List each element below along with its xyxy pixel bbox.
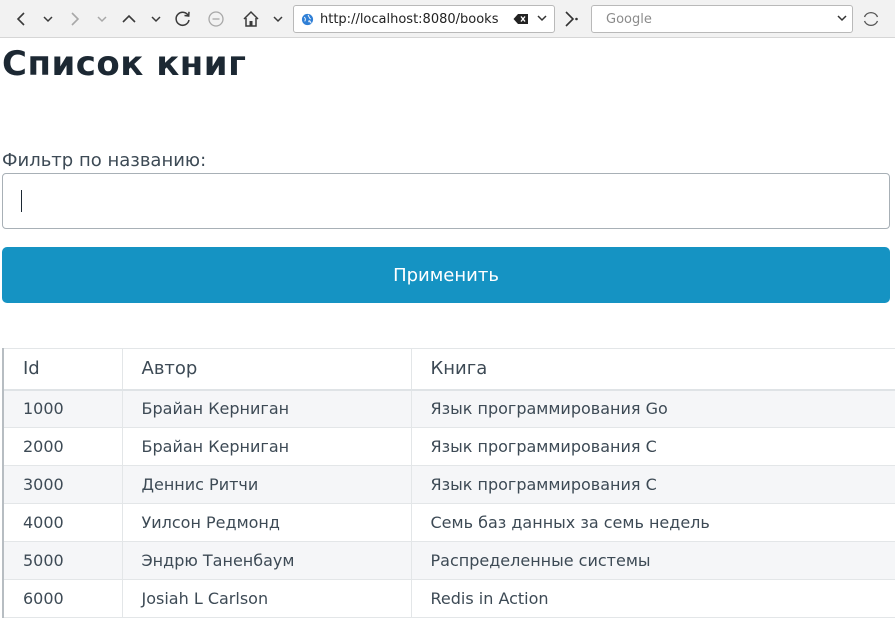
cell-book: Язык программирования C	[410, 427, 895, 466]
forward-history-dropdown[interactable]	[91, 7, 113, 31]
cell-id: 4000	[2, 503, 122, 542]
reload-button[interactable]	[172, 7, 194, 31]
cell-author: Josiah L Carlson	[121, 579, 411, 618]
table-row: 3000 Деннис Ритчи Язык программирования …	[2, 465, 895, 504]
page-title: Список книг	[2, 44, 247, 84]
table-row: 6000 Josiah L Carlson Redis in Action	[2, 579, 895, 618]
globe-icon	[301, 13, 314, 26]
chevron-down-icon[interactable]	[536, 14, 548, 22]
chevron-down-icon	[97, 16, 107, 23]
home-icon	[243, 10, 259, 27]
table-row: 5000 Эндрю Таненбаум Распределенные сист…	[2, 541, 895, 580]
chevron-right-icon	[71, 12, 80, 26]
chevron-down-icon	[273, 16, 283, 23]
up-history-dropdown[interactable]	[145, 7, 167, 31]
address-bar[interactable]: http://localhost:8080/books	[293, 5, 555, 33]
stop-button[interactable]	[205, 7, 227, 31]
url-text: http://localhost:8080/books	[320, 12, 499, 27]
home-dropdown[interactable]	[267, 7, 289, 31]
cell-id: 1000	[2, 389, 122, 428]
cell-id: 6000	[2, 579, 122, 618]
back-button[interactable]	[10, 7, 32, 31]
text-cursor	[21, 190, 22, 212]
cell-book: Язык программирования Go	[410, 389, 895, 428]
cell-id: 2000	[2, 427, 122, 466]
column-header-id: Id	[2, 348, 122, 390]
cell-id: 3000	[2, 465, 122, 504]
web-search-bar[interactable]: Google	[591, 5, 853, 33]
filter-label: Фильтр по названию:	[2, 150, 207, 171]
table-row: 1000 Брайан Керниган Язык программирован…	[2, 389, 895, 428]
clear-url-icon[interactable]	[513, 13, 529, 25]
table-header-row: Id Автор Книга	[2, 348, 895, 390]
column-header-author: Автор	[121, 348, 411, 390]
column-header-book: Книга	[410, 348, 895, 390]
cell-author: Уилсон Редмонд	[121, 503, 411, 542]
browser-toolbar: http://localhost:8080/books Google	[0, 0, 895, 38]
forward-button[interactable]	[64, 7, 86, 31]
chevron-down-icon	[151, 16, 161, 23]
cell-author: Брайан Керниган	[121, 427, 411, 466]
books-table: Id Автор Книга 1000 Брайан Керниган Язык…	[2, 348, 895, 618]
chevron-down-icon[interactable]	[836, 14, 848, 22]
cell-author: Эндрю Таненбаум	[121, 541, 411, 580]
stop-icon	[208, 11, 224, 27]
go-icon[interactable]	[563, 9, 579, 29]
reload-icon	[175, 11, 190, 26]
filter-input[interactable]	[2, 173, 890, 229]
apply-button[interactable]: Применить	[2, 247, 890, 303]
cell-book: Семь баз данных за семь недель	[410, 503, 895, 542]
cell-author: Деннис Ритчи	[121, 465, 411, 504]
search-placeholder: Google	[606, 12, 652, 27]
chevron-up-icon	[122, 14, 136, 23]
up-button[interactable]	[118, 7, 140, 31]
cell-book: Redis in Action	[410, 579, 895, 618]
table-row: 2000 Брайан Керниган Язык программирован…	[2, 427, 895, 466]
table-row: 4000 Уилсон Редмонд Семь баз данных за с…	[2, 503, 895, 542]
cell-book: Распределенные системы	[410, 541, 895, 580]
cell-book: Язык программирования C	[410, 465, 895, 504]
chevron-left-icon	[16, 12, 25, 26]
chevron-down-icon	[43, 16, 53, 23]
home-button[interactable]	[240, 7, 262, 31]
cell-id: 5000	[2, 541, 122, 580]
cell-author: Брайан Керниган	[121, 389, 411, 428]
busy-indicator-icon	[863, 11, 879, 27]
back-history-dropdown[interactable]	[37, 7, 59, 31]
